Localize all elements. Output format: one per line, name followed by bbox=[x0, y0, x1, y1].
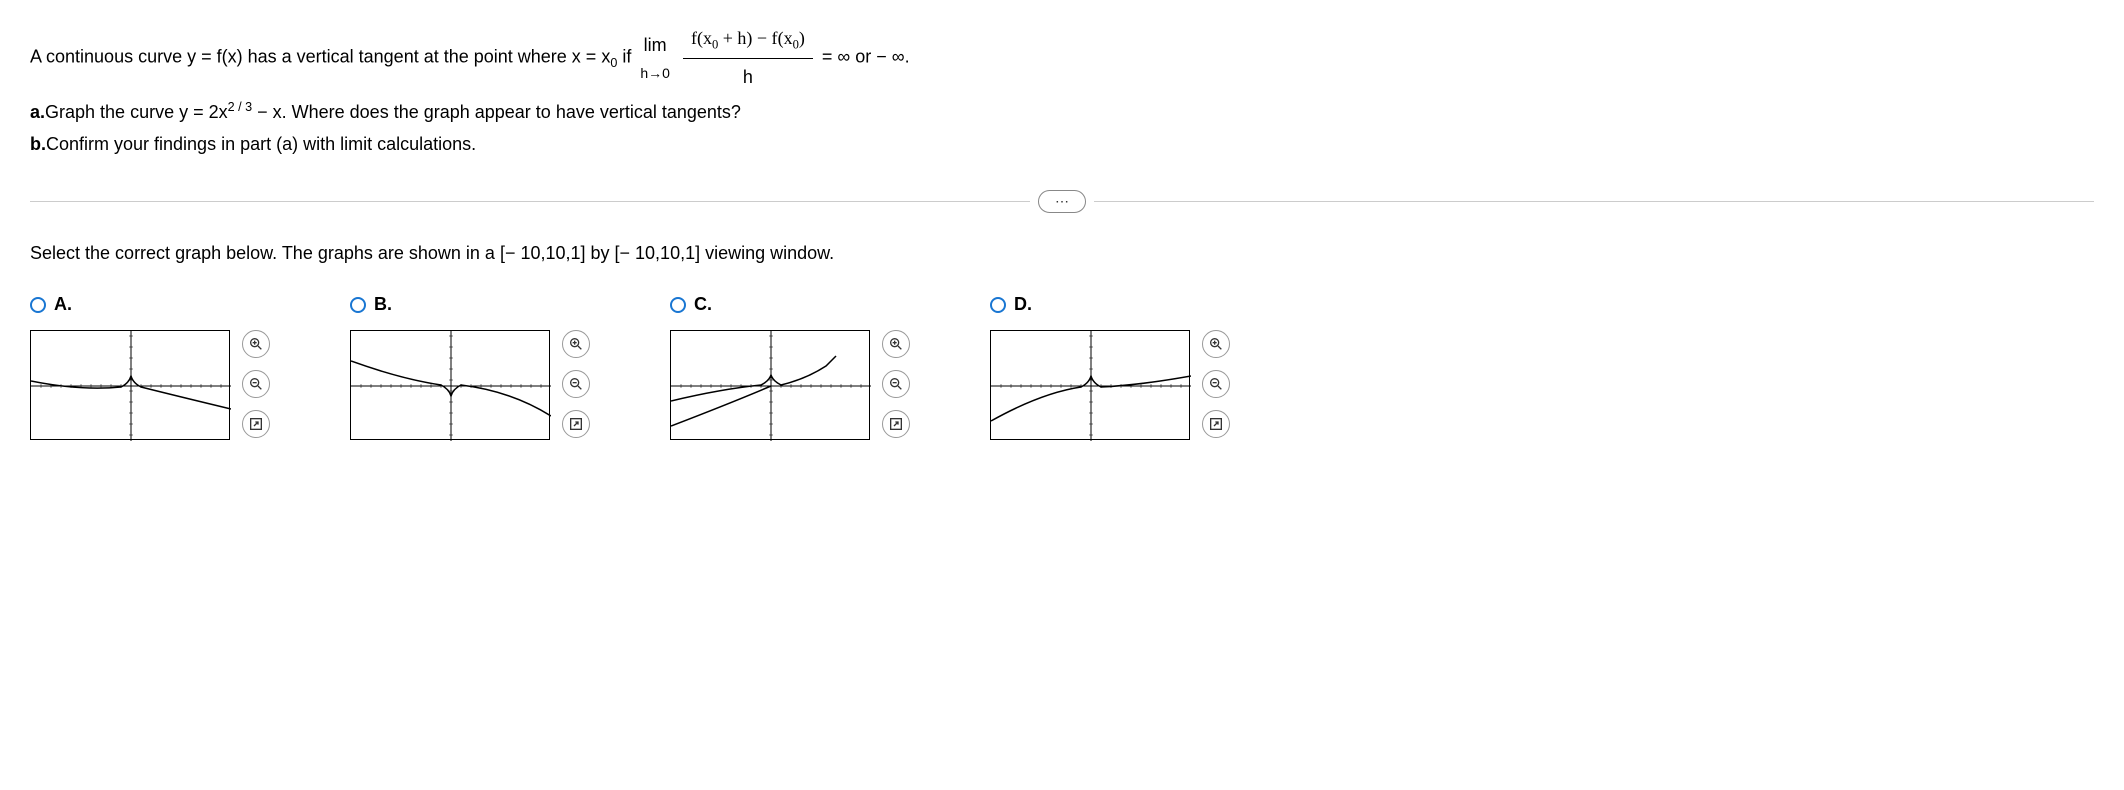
option-label: A. bbox=[54, 294, 72, 315]
option-label: B. bbox=[374, 294, 392, 315]
option-label: C. bbox=[694, 294, 712, 315]
intro-text-a: A continuous curve y = f(x) has a vertic… bbox=[30, 47, 610, 67]
option-radio-D[interactable]: D. bbox=[990, 294, 1230, 315]
option-B: B. bbox=[350, 294, 590, 440]
radio-icon bbox=[990, 297, 1006, 313]
divider: ⋯ bbox=[30, 190, 2094, 213]
part-b-label: b. bbox=[30, 134, 46, 154]
part-a-exp: 2 / 3 bbox=[228, 100, 253, 114]
radio-icon bbox=[670, 297, 686, 313]
radio-icon bbox=[30, 297, 46, 313]
radio-icon bbox=[350, 297, 366, 313]
option-radio-C[interactable]: C. bbox=[670, 294, 910, 315]
part-a-text-2: − x. Where does the graph appear to have… bbox=[252, 102, 741, 122]
expand-icon[interactable] bbox=[1202, 410, 1230, 438]
graph-thumbnail bbox=[350, 330, 550, 440]
options-row: A. B. bbox=[30, 294, 2094, 440]
option-A: A. bbox=[30, 294, 270, 440]
graph-thumbnail bbox=[30, 330, 230, 440]
part-a-text-1: Graph the curve y = 2x bbox=[45, 102, 228, 122]
zoom-out-icon[interactable] bbox=[882, 370, 910, 398]
zoom-out-icon[interactable] bbox=[562, 370, 590, 398]
option-radio-A[interactable]: A. bbox=[30, 294, 270, 315]
intro-text-c: = ∞ or − ∞. bbox=[822, 47, 910, 67]
zoom-out-icon[interactable] bbox=[242, 370, 270, 398]
zoom-in-icon[interactable] bbox=[562, 330, 590, 358]
zoom-in-icon[interactable] bbox=[882, 330, 910, 358]
intro-text-b: if bbox=[617, 47, 636, 67]
option-D: D. bbox=[990, 294, 1230, 440]
option-C: C. bbox=[670, 294, 910, 440]
part-a-label: a. bbox=[30, 102, 45, 122]
zoom-in-icon[interactable] bbox=[242, 330, 270, 358]
expand-icon[interactable] bbox=[242, 410, 270, 438]
expand-icon[interactable] bbox=[882, 410, 910, 438]
limit-expression: lim h→0 bbox=[640, 29, 670, 87]
prompt-text: Select the correct graph below. The grap… bbox=[30, 243, 2094, 264]
fraction: f(x0 + h) − f(x0) h bbox=[683, 20, 813, 96]
graph-thumbnail bbox=[670, 330, 870, 440]
zoom-out-icon[interactable] bbox=[1202, 370, 1230, 398]
zoom-in-icon[interactable] bbox=[1202, 330, 1230, 358]
more-button[interactable]: ⋯ bbox=[1038, 190, 1086, 213]
option-label: D. bbox=[1014, 294, 1032, 315]
part-b-text: Confirm your findings in part (a) with l… bbox=[46, 134, 476, 154]
expand-icon[interactable] bbox=[562, 410, 590, 438]
problem-statement: A continuous curve y = f(x) has a vertic… bbox=[30, 20, 2094, 160]
option-radio-B[interactable]: B. bbox=[350, 294, 590, 315]
graph-thumbnail bbox=[990, 330, 1190, 440]
